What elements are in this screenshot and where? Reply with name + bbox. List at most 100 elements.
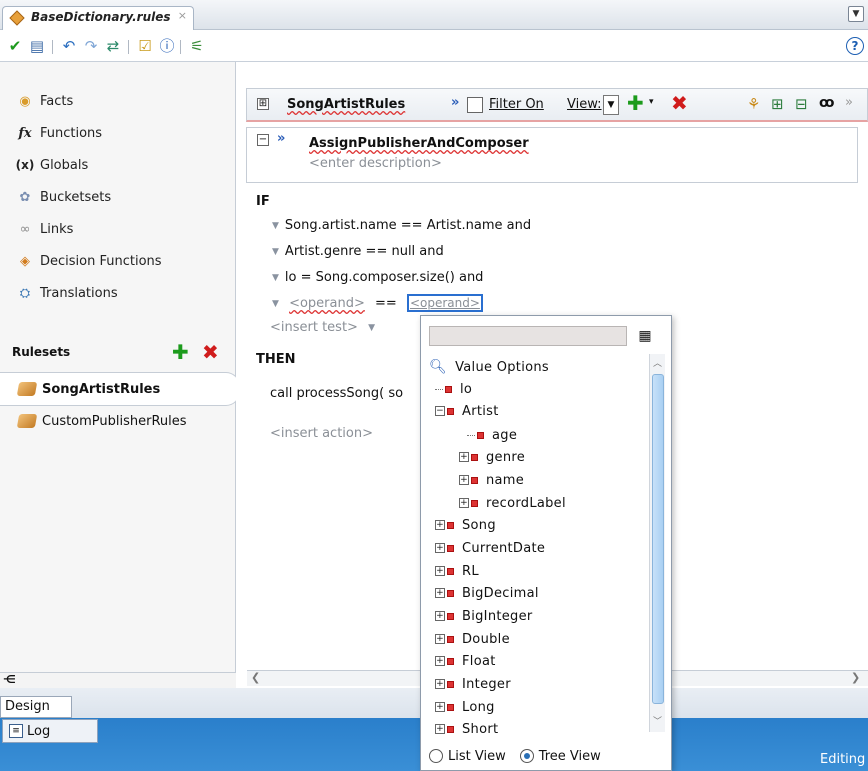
scroll-up-icon[interactable]: ︿: [653, 356, 662, 369]
condition-menu-icon[interactable]: ▼: [272, 221, 279, 231]
tree-node-biginteger[interactable]: + BigInteger: [435, 605, 533, 627]
collapse-left-icon[interactable]: ⋲: [3, 673, 16, 686]
expand-icon[interactable]: +: [435, 634, 445, 644]
expand-icon[interactable]: +: [435, 724, 445, 734]
collapse-all-icon[interactable]: ⊟: [795, 95, 808, 113]
tab-log[interactable]: ≡ Log: [2, 719, 98, 743]
tree-node-genre[interactable]: + genre: [459, 446, 525, 468]
tree-node-currentdate[interactable]: + CurrentDate: [435, 537, 545, 559]
tab-list-dropdown-icon[interactable]: ▼: [848, 6, 864, 22]
value-search-input[interactable]: [429, 326, 627, 346]
insert-test-row[interactable]: <insert test> ▼: [270, 320, 381, 335]
sidebar-item-functions[interactable]: fx Functions: [14, 122, 102, 144]
help-icon[interactable]: ?: [846, 37, 864, 55]
tree-view-radio[interactable]: [519, 749, 534, 763]
expression-builder-icon[interactable]: ▦: [635, 326, 655, 346]
filter-checkbox[interactable]: [467, 97, 483, 113]
list-view-radio[interactable]: [429, 749, 443, 763]
more-icon[interactable]: »: [845, 95, 853, 110]
chevron-down-icon[interactable]: »: [451, 95, 459, 110]
tree-node-integer[interactable]: + Integer: [435, 673, 511, 695]
condition-menu-icon[interactable]: ▼: [272, 273, 279, 283]
expand-icon[interactable]: +: [435, 588, 445, 598]
collapse-ruleset-icon[interactable]: ⊞: [257, 98, 269, 110]
left-operand[interactable]: <operand>: [289, 296, 365, 311]
scroll-left-icon[interactable]: ❮: [251, 671, 260, 684]
sidebar-item-facts[interactable]: ◉ Facts: [14, 90, 73, 112]
tree-vertical-scrollbar[interactable]: ︿ ﹀: [649, 354, 665, 732]
refresh-icon[interactable]: ⇄: [104, 37, 122, 55]
view-dropdown[interactable]: ▼: [603, 95, 619, 115]
scrollbar-thumb[interactable]: [652, 374, 664, 704]
add-ruleset-icon[interactable]: ✚: [172, 340, 189, 364]
chevron-down-icon[interactable]: »: [277, 131, 285, 146]
condition-menu-icon[interactable]: ▼: [272, 247, 279, 257]
ruleset-item-custompublisherrules[interactable]: CustomPublisherRules: [16, 409, 187, 433]
condition-row[interactable]: ▼ Song.artist.name == Artist.name and: [272, 218, 531, 233]
book-icon[interactable]: ▤: [28, 37, 46, 55]
condition-row[interactable]: ▼ lo = Song.composer.size() and: [272, 270, 483, 285]
checklist-icon[interactable]: ☑: [136, 37, 154, 55]
expand-all-icon[interactable]: ⊞: [771, 95, 784, 113]
hierarchy-icon[interactable]: ⚟: [188, 37, 206, 55]
delete-rule-icon[interactable]: ✖: [671, 91, 688, 115]
expand-icon[interactable]: +: [435, 702, 445, 712]
expand-icon[interactable]: +: [435, 656, 445, 666]
tree-node-name[interactable]: + name: [459, 469, 524, 491]
tree-node-double[interactable]: + Double: [435, 628, 510, 650]
delete-ruleset-icon[interactable]: ✖: [202, 340, 219, 364]
expand-icon[interactable]: +: [459, 452, 469, 462]
sidebar-item-translations[interactable]: ⛭ Translations: [14, 282, 118, 304]
collapse-icon[interactable]: −: [435, 406, 445, 416]
sidebar-item-links[interactable]: ∞ Links: [14, 218, 74, 240]
insert-test-link[interactable]: <insert test>: [270, 320, 358, 335]
expand-icon[interactable]: +: [459, 475, 469, 485]
add-dropdown-icon[interactable]: ▾: [649, 97, 654, 107]
tree-node-rl[interactable]: + RL: [435, 560, 479, 582]
expand-icon[interactable]: +: [435, 679, 445, 689]
insert-action-link[interactable]: <insert action>: [270, 426, 373, 441]
action-row[interactable]: call processSong( so: [270, 386, 403, 401]
list-view-label[interactable]: List View: [448, 749, 506, 764]
ruleset-item-songartistrules[interactable]: SongArtistRules: [16, 377, 160, 401]
expand-icon[interactable]: +: [435, 543, 445, 553]
expand-icon[interactable]: +: [435, 520, 445, 530]
sidebar-item-bucketsets[interactable]: ✿ Bucketsets: [14, 186, 112, 208]
tree-node-short[interactable]: + Short: [435, 718, 498, 734]
redo-icon[interactable]: ↷: [82, 37, 100, 55]
scroll-down-icon[interactable]: ﹀: [653, 714, 662, 727]
undo-icon[interactable]: ↶: [60, 37, 78, 55]
sidebar-item-decision-functions[interactable]: ◈ Decision Functions: [14, 250, 162, 272]
tree-node-recordlabel[interactable]: + recordLabel: [459, 492, 566, 514]
expand-icon[interactable]: +: [459, 498, 469, 508]
validate-checkmark-icon[interactable]: ✔: [6, 37, 24, 55]
tree-node-float[interactable]: + Float: [435, 650, 496, 672]
equals-operator[interactable]: ==: [375, 296, 397, 311]
tree-node-bigdecimal[interactable]: + BigDecimal: [435, 582, 539, 604]
tree-node-song[interactable]: + Song: [435, 514, 496, 536]
add-rule-icon[interactable]: ✚: [627, 91, 644, 115]
rule-description-field[interactable]: <enter description>: [309, 156, 442, 171]
expand-icon[interactable]: +: [435, 611, 445, 621]
tree-icon[interactable]: ⚘: [747, 95, 760, 113]
collapse-rule-icon[interactable]: −: [257, 134, 269, 146]
condition-menu-icon[interactable]: ▼: [272, 299, 279, 309]
globals-icon: (x): [15, 158, 35, 172]
tab-basedictionary-rules[interactable]: BaseDictionary.rules ×: [2, 6, 194, 30]
insert-test-menu-icon[interactable]: ▼: [368, 323, 375, 333]
right-operand[interactable]: <operand>: [406, 294, 483, 312]
scroll-right-icon[interactable]: ❯: [851, 671, 860, 684]
condition-row[interactable]: ▼ <operand> == <operand>: [272, 294, 483, 312]
tree-node-age[interactable]: age: [467, 424, 517, 446]
tree-node-long[interactable]: + Long: [435, 696, 495, 718]
glasses-icon[interactable]: ꝏ: [819, 95, 834, 111]
tree-view-label[interactable]: Tree View: [539, 749, 601, 764]
info-icon[interactable]: ⓘ: [158, 37, 176, 55]
tab-close-icon[interactable]: ×: [178, 9, 187, 22]
expand-icon[interactable]: +: [435, 566, 445, 576]
tab-design[interactable]: Design: [0, 696, 72, 718]
sidebar-item-globals[interactable]: (x) Globals: [14, 154, 89, 176]
tree-node-artist[interactable]: − Artist: [435, 400, 499, 422]
condition-row[interactable]: ▼ Artist.genre == null and: [272, 244, 444, 259]
tree-node-lo[interactable]: lo: [435, 378, 472, 400]
